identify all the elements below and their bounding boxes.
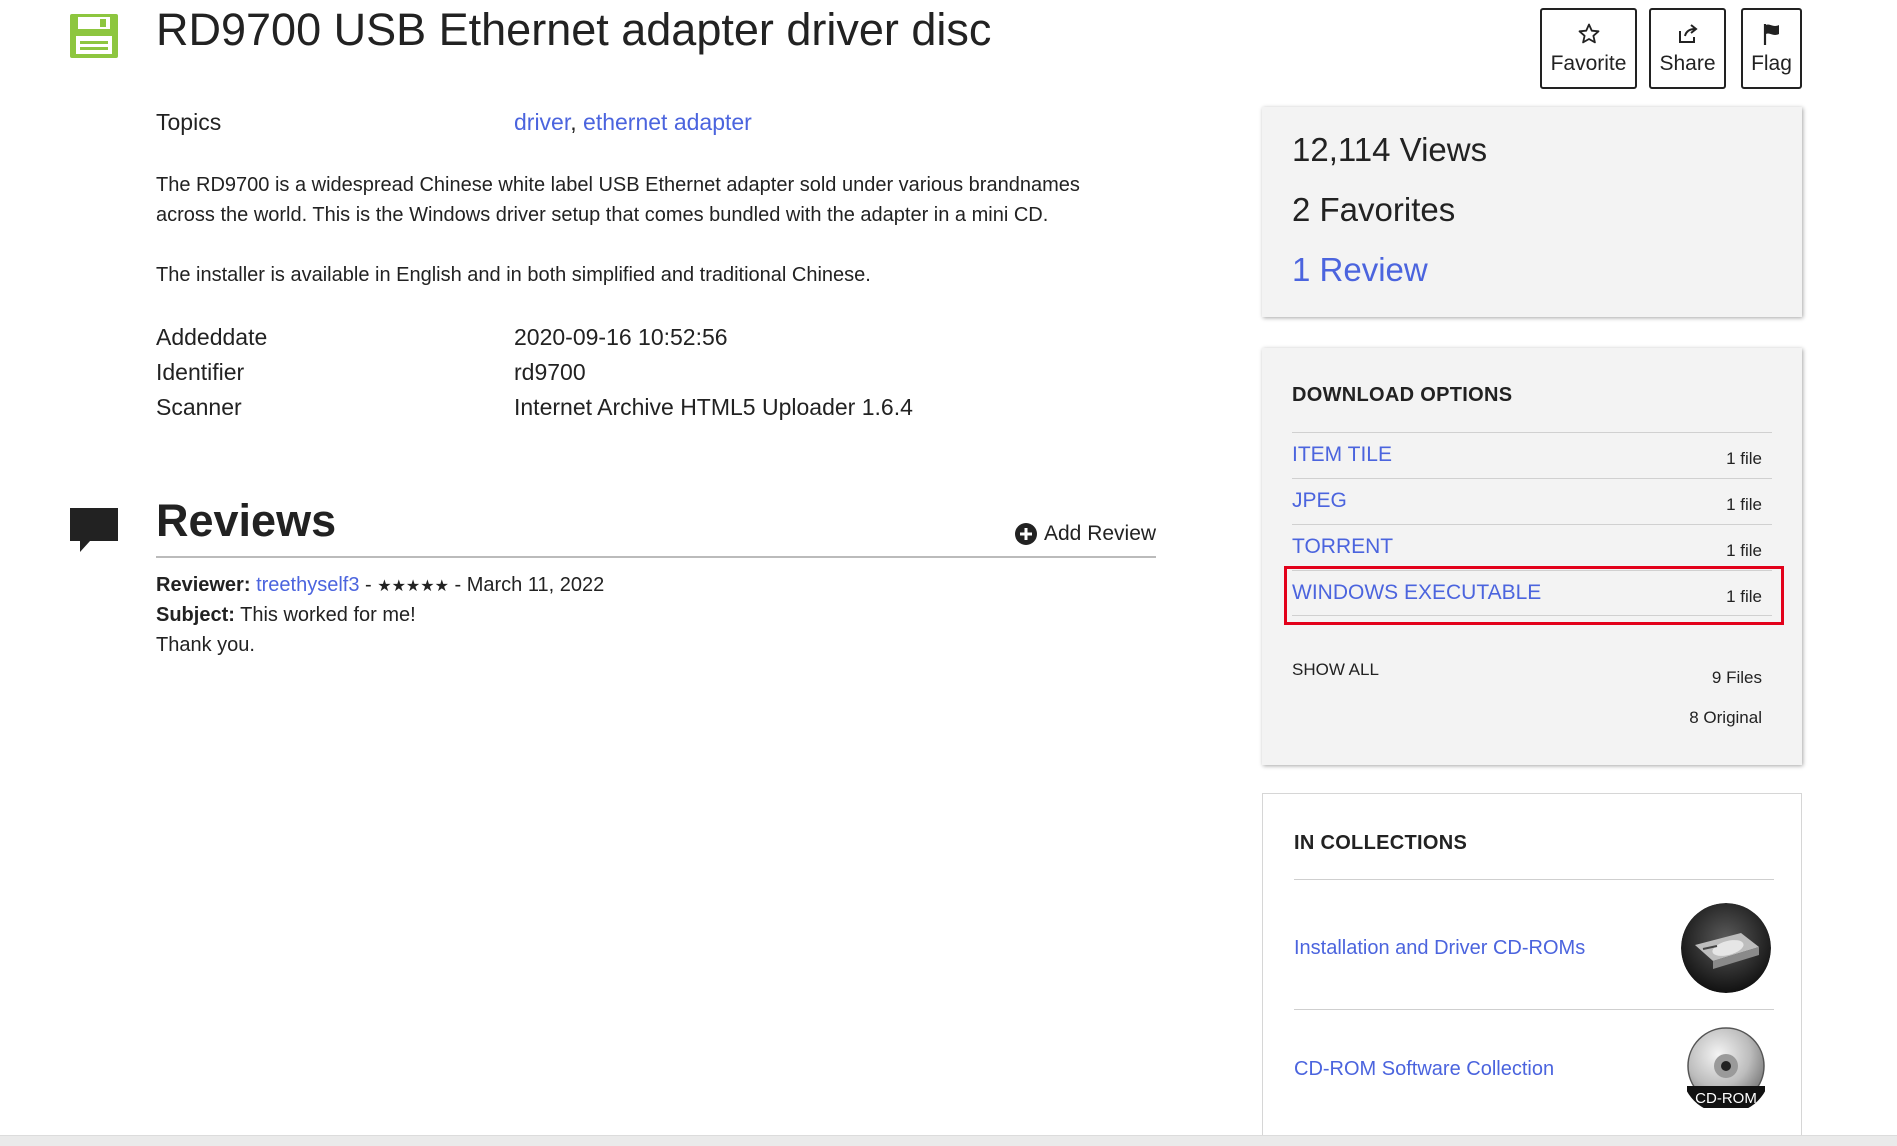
review-stars: ★★★★★ [377, 578, 449, 595]
download-option-label[interactable]: TORRENT [1292, 535, 1393, 559]
topics-label: Topics [156, 109, 222, 135]
stats-panel: 12,114 Views 2 Favorites 1 Review [1262, 107, 1802, 317]
favorite-button[interactable]: Favorite [1540, 8, 1637, 89]
scanner-value: Internet Archive HTML5 Uploader 1.6.4 [514, 394, 913, 420]
description-line: The RD9700 is a widespread Chinese white… [156, 174, 1080, 196]
addeddate-value: 2020-09-16 10:52:56 [514, 324, 728, 350]
collection-link-cdrom-software[interactable]: CD-ROM Software Collection [1294, 1058, 1554, 1081]
cd-rom-disc-icon: CD-ROM [1681, 1024, 1771, 1114]
review-separator: - [359, 574, 378, 596]
add-review-label: Add Review [1044, 522, 1157, 545]
reviews-heading: Reviews [156, 495, 337, 546]
subject-label: Subject: [156, 604, 235, 626]
download-option-count: 1 file [1726, 495, 1762, 514]
collections-divider [1294, 1009, 1774, 1010]
download-options-panel: DOWNLOAD OPTIONS ITEM TILE 1 file JPEG 1… [1262, 348, 1802, 765]
topics-value: driver, ethernet adapter [514, 109, 752, 136]
flag-label: Flag [1751, 51, 1792, 75]
reviews-divider [156, 556, 1156, 558]
description-paragraph-2: The installer is available in English an… [156, 264, 871, 286]
collection-thumbnail[interactable] [1681, 903, 1771, 993]
highlight-box [1284, 566, 1784, 625]
add-review-button[interactable]: Add Review [1014, 522, 1156, 546]
topic-link-driver[interactable]: driver [514, 109, 570, 135]
original-count: 8 Original [1689, 708, 1762, 727]
share-label: Share [1659, 51, 1716, 75]
collections-divider [1294, 879, 1774, 880]
download-option-label[interactable]: ITEM TILE [1292, 443, 1392, 467]
download-option-count: 1 file [1726, 449, 1762, 468]
review-date: - March 11, 2022 [448, 574, 605, 596]
reviewer-label: Reviewer: [156, 574, 251, 596]
reviews-count-link[interactable]: 1 Review [1292, 251, 1428, 289]
views-count: 12,114 Views [1292, 131, 1488, 168]
identifier-label: Identifier [156, 359, 245, 385]
cd-rom-thumb-text: CD-ROM [1695, 1090, 1757, 1107]
collection-link-installation-driver-cdroms[interactable]: Installation and Driver CD-ROMs [1294, 937, 1585, 960]
page-bottom-strip [0, 1135, 1897, 1146]
description-line: across the world. This is the Windows dr… [156, 204, 1049, 226]
download-option-item-tile[interactable]: ITEM TILE 1 file [1292, 432, 1772, 478]
description-paragraph-1: The RD9700 is a widespread Chinese white… [156, 170, 1156, 230]
flag-button[interactable]: Flag [1741, 8, 1802, 89]
download-option-count: 1 file [1726, 541, 1762, 560]
topics-separator: , [570, 109, 577, 135]
topic-link-ethernet-adapter[interactable]: ethernet adapter [583, 109, 752, 135]
show-all-link[interactable]: SHOW ALL [1292, 660, 1379, 680]
review-meta: Reviewer: treethyself3 - ★★★★★ - March 1… [156, 574, 604, 597]
review-subject: Subject: This worked for me! [156, 604, 416, 627]
comment-icon [70, 508, 118, 552]
review-body: Thank you. [156, 634, 255, 656]
addeddate-label: Addeddate [156, 324, 268, 350]
plus-circle-icon [1015, 523, 1037, 545]
collections-panel: IN COLLECTIONS Installation and Driver C… [1262, 793, 1802, 1146]
floppy-disk-icon [70, 14, 118, 58]
flag-icon [1763, 23, 1779, 45]
favorites-count: 2 Favorites [1292, 191, 1456, 228]
files-count: 9 Files [1711, 668, 1762, 687]
scanner-label: Scanner [156, 394, 242, 420]
item-page: RD9700 USB Ethernet adapter driver disc … [0, 0, 1897, 1146]
page-title: RD9700 USB Ethernet adapter driver disc [156, 4, 992, 55]
favorite-label: Favorite [1550, 51, 1627, 75]
star-icon [1578, 23, 1599, 43]
collections-heading: IN COLLECTIONS [1294, 832, 1468, 854]
download-option-jpeg[interactable]: JPEG 1 file [1292, 478, 1772, 524]
download-options-heading: DOWNLOAD OPTIONS [1292, 384, 1513, 406]
download-option-label[interactable]: JPEG [1292, 489, 1347, 513]
reviewer-link[interactable]: treethyself3 [256, 574, 359, 596]
collection-thumbnail[interactable]: CD-ROM [1681, 1024, 1771, 1114]
share-icon [1678, 23, 1698, 43]
subject-text: This worked for me! [234, 604, 416, 626]
cd-drive-photo-icon [1681, 903, 1771, 993]
identifier-value: rd9700 [514, 359, 586, 385]
download-option-torrent[interactable]: TORRENT 1 file [1292, 524, 1772, 570]
share-button[interactable]: Share [1649, 8, 1726, 89]
